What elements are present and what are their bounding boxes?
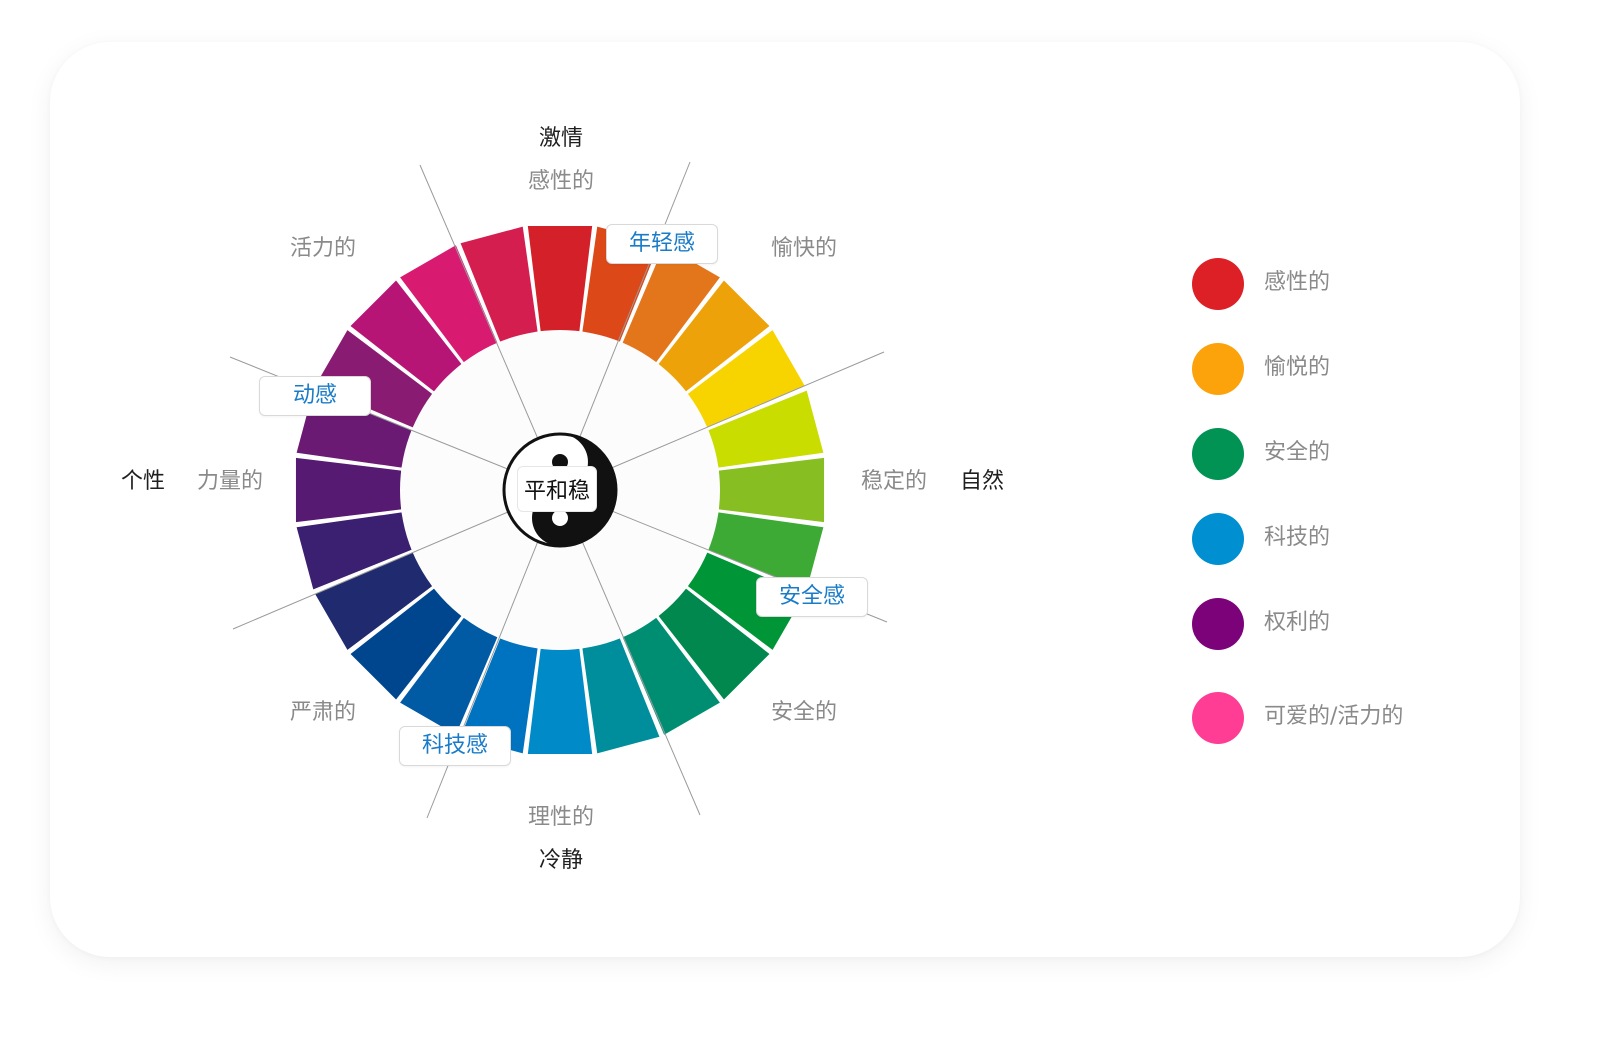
wheel-segment xyxy=(527,225,593,332)
axis-label-right: 自然 xyxy=(959,469,1005,494)
legend-label: 愉悦的 xyxy=(1264,355,1331,380)
legend-item: 权利的 xyxy=(1192,598,1522,650)
mood-label-top-left: 活力的 xyxy=(289,236,357,261)
legend-dot xyxy=(1192,428,1244,480)
legend-item: 可爱的/活力的 xyxy=(1192,692,1522,744)
wheel-segment xyxy=(527,648,593,755)
legend-label: 权利的 xyxy=(1264,610,1331,635)
mood-label-top: 感性的 xyxy=(527,169,595,194)
tag-tech: 科技感 xyxy=(399,726,511,766)
legend-item: 安全的 xyxy=(1192,428,1522,480)
wheel-segment xyxy=(718,457,825,523)
legend-item: 愉悦的 xyxy=(1192,343,1522,395)
center-label: 平和稳 xyxy=(516,466,598,512)
tag-safety: 安全感 xyxy=(756,577,868,617)
legend-dot xyxy=(1192,513,1244,565)
axis-label-top: 激情 xyxy=(538,126,584,151)
legend-dot xyxy=(1192,692,1244,744)
legend-label: 可爱的/活力的 xyxy=(1264,704,1404,729)
legend-item: 感性的 xyxy=(1192,258,1522,310)
yin-yang-dot-light xyxy=(552,510,568,526)
legend-dot xyxy=(1192,258,1244,310)
mood-label-bottom: 理性的 xyxy=(527,805,595,830)
legend-label: 感性的 xyxy=(1264,270,1331,295)
tag-dynamic: 动感 xyxy=(259,376,371,416)
legend-label: 安全的 xyxy=(1264,440,1331,465)
mood-label-top-right: 愉快的 xyxy=(770,236,838,261)
wheel-segment xyxy=(295,457,402,523)
mood-label-right: 稳定的 xyxy=(860,469,928,494)
axis-label-left: 个性 xyxy=(120,469,166,494)
mood-label-bottom-left: 严肃的 xyxy=(289,700,357,725)
legend-label: 科技的 xyxy=(1264,525,1331,550)
mood-label-bottom-right: 安全的 xyxy=(770,700,838,725)
tag-young: 年轻感 xyxy=(606,224,718,264)
legend-dot xyxy=(1192,343,1244,395)
mood-label-left: 力量的 xyxy=(196,469,264,494)
legend-dot xyxy=(1192,598,1244,650)
axis-label-bottom: 冷静 xyxy=(538,848,584,873)
legend-item: 科技的 xyxy=(1192,513,1522,565)
